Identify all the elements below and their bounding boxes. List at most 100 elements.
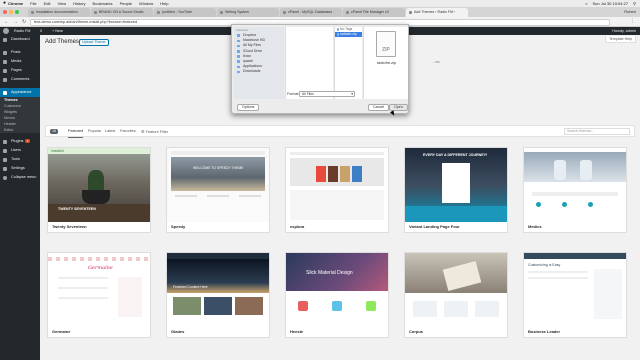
search-themes-input[interactable]: Search themes... [564,128,630,135]
theme-name: Corpus [405,327,507,337]
sidebar-item-dashboard[interactable]: Dashboard [0,35,40,44]
theme-card[interactable]: WELCOME TO SPEEDY THEME Speedy [166,147,270,233]
options-button[interactable]: Options [237,104,260,111]
menu-chrome[interactable]: Chrome [8,0,23,7]
collapse-menu[interactable]: Collapse menu [0,173,40,182]
sidebar-item-pages[interactable]: Pages [0,66,40,75]
theme-screenshot[interactable]: Slick Material Design [286,253,388,327]
browser-tab[interactable]: (untitled - YouTube [154,8,216,17]
theme-screenshot[interactable] [524,148,626,222]
collapse-icon [3,175,7,180]
theme-card[interactable]: Customizing is Easy Business Leader [523,252,627,338]
sidebar-item-users[interactable]: Users [0,146,40,155]
shot-title: Slick Material Design [306,270,353,276]
menu-people[interactable]: People [120,0,132,7]
theme-screenshot[interactable]: Featured Content Here [167,253,269,327]
browser-tab[interactable]: BRAND ON A Sound Studio [91,8,153,17]
theme-screenshot[interactable]: EVERY DAY A DIFFERENT JOURNEY! [405,148,507,222]
file-row-selected[interactable]: radiofm.zip [335,32,362,37]
reload-icon[interactable]: ↻ [22,19,26,25]
tab-popular[interactable]: Popular [88,126,101,137]
theme-card[interactable]: explora [285,147,389,233]
search-icon[interactable]: ⚲ [633,0,636,7]
browser-tab-active[interactable]: Add Themes ‹ Radio FM › [406,8,468,17]
theme-filter-bar: 15 Featured Popular Latest Favorites ⚙ F… [45,125,635,138]
menu-history[interactable]: History [73,0,85,7]
sidebar-label: Dashboard [11,37,30,41]
theme-screenshot[interactable] [405,253,507,327]
browser-menu-icon[interactable]: ⋮ [630,18,635,24]
dialog-sidebar-item[interactable]: Downloads [234,69,284,74]
new-content-link[interactable]: + New [52,27,63,35]
media-icon [3,59,7,64]
tab-latest[interactable]: Latest [105,126,115,137]
sidebar-item-posts[interactable]: Posts [0,48,40,57]
theme-screenshot[interactable] [286,148,388,222]
menu-help[interactable]: Help [160,0,168,7]
dashboard-icon [3,37,7,42]
cancel-button[interactable]: Cancel [368,104,390,111]
browser-tab[interactable]: cPanel - MySQL Databases [280,8,342,17]
zoom-window-icon[interactable] [15,10,19,14]
theme-card[interactable]: Slick Material Design Heeste [285,252,389,338]
theme-screenshot[interactable]: WELCOME TO SPEEDY THEME [167,148,269,222]
update-badge: 1 [25,139,31,143]
browser-tab[interactable]: Installation documentation [28,8,90,17]
window-controls [3,10,19,14]
forward-icon[interactable]: → [13,19,18,25]
sidebar-label: Appearance [11,90,32,94]
comments-count[interactable]: 0 [40,27,42,35]
sidebar-label: Collapse menu [11,175,37,179]
menu-edit[interactable]: Edit [44,0,51,7]
dialog-column-1[interactable] [285,27,333,99]
dialog-column-2[interactable]: No Tags radiofm.zip [334,27,362,99]
theme-card[interactable]: Medics [523,147,627,233]
site-name-link[interactable]: Radio FM [14,27,30,35]
sidebar-item-tools[interactable]: Tools [0,155,40,164]
theme-screenshot[interactable]: Installed TWENTY SEVENTEEN [48,148,150,222]
back-icon[interactable]: ← [4,19,9,25]
file-preview: ZIP radiofm.zip [363,27,408,99]
wifi-icon[interactable]: ≈ [585,0,587,7]
menu-view[interactable]: View [57,0,66,7]
menu-file[interactable]: File [30,0,36,7]
theme-card[interactable]: Featured Content Here Glades [166,252,270,338]
profile-name[interactable]: Ruben [624,9,636,14]
theme-screenshot[interactable]: Germaine [48,253,150,327]
minimize-window-icon[interactable] [9,10,13,14]
tab-featured[interactable]: Featured [68,126,84,138]
feature-filter-label: Feature Filter [145,130,169,134]
theme-card[interactable]: Installed TWENTY SEVENTEEN Twenty Sevent… [47,147,151,233]
installed-badge: Installed [48,148,150,154]
shot-title: EVERY DAY A DIFFERENT JOURNEY! [423,153,488,157]
menu-bookmarks[interactable]: Bookmarks [93,0,113,7]
theme-screenshot[interactable]: Customizing is Easy [524,253,626,327]
tab-favorites[interactable]: Favorites [120,126,136,137]
help-tab[interactable]: Template Help [605,36,636,43]
close-window-icon[interactable] [3,10,7,14]
theme-card[interactable]: EVERY DAY A DIFFERENT JOURNEY! Variant L… [404,147,508,233]
theme-card[interactable]: Corpus [404,252,508,338]
sidebar-label: Comments [11,77,30,81]
theme-name: Business Leader [524,327,626,337]
sidebar-item-appearance[interactable]: Appearance [0,88,40,97]
upload-theme-button[interactable]: Upload Theme [79,38,109,46]
sidebar-label: Tools [11,157,20,161]
browser-tab[interactable]: cPanel File Manager v3 [343,8,405,17]
menu-window[interactable]: Window [139,0,153,7]
theme-name: explora [286,222,388,232]
sidebar-item-media[interactable]: Media [0,57,40,66]
tools-icon [3,157,7,162]
wp-sidebar: Dashboard Posts Media Pages Comments App… [0,35,40,360]
theme-card[interactable]: Germaine Germaine [47,252,151,338]
sidebar-item-plugins[interactable]: Plugins 1 [0,137,40,146]
menubar-clock[interactable]: Sun Jul 30 10:04:27 [592,0,628,7]
browser-tab[interactable]: Writing System [217,8,279,17]
wordpress-logo-icon[interactable] [3,28,9,34]
format-label: Format: [287,92,300,96]
sidebar-item-comments[interactable]: Comments [0,75,40,84]
feature-filter[interactable]: ⚙ Feature Filter [141,126,168,138]
howdy-user[interactable]: Howdy, admin [612,27,636,35]
sidebar-item-settings[interactable]: Settings [0,164,40,173]
format-select[interactable]: All Files ▾ [299,90,355,97]
